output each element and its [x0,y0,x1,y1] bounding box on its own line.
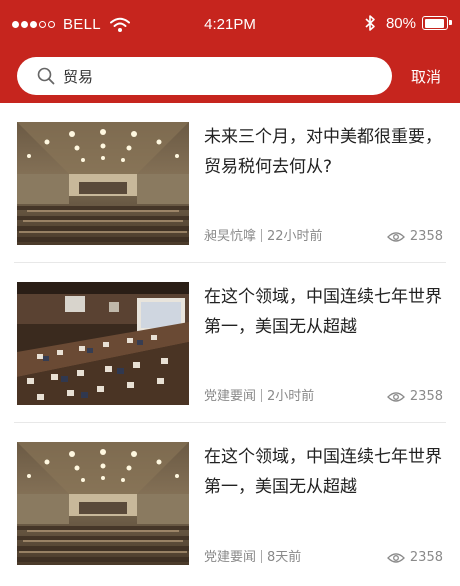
article-time: 2小时前 [267,389,315,404]
article-item[interactable]: 在这个领域，中国连续七年世界第一，美国无从超越 党建要闻 8天前 2358 [14,423,446,583]
battery-icon [422,16,452,30]
article-title[interactable]: 未来三个月，对中美都很重要，贸易税何去何从? [204,122,444,182]
article-source: 党建要闻 [204,550,257,565]
search-bar: 取消 [0,50,460,103]
article-thumbnail[interactable] [17,122,189,245]
meta-divider [261,389,263,402]
un-meeting-photo [17,282,189,405]
search-icon [37,67,55,85]
view-count-value: 2358 [409,389,443,404]
battery-percent: 80% [385,14,416,32]
article-title[interactable]: 在这个领域，中国连续七年世界第一，美国无从超越 [204,282,444,342]
article-list: 未来三个月，对中美都很重要，贸易税何去何从? 昶旲忼嗱 22小时前 2358 在… [0,103,460,583]
view-count: 2358 [386,389,443,404]
article-thumbnail[interactable] [17,282,189,405]
conference-hall-photo [17,442,189,565]
meta-divider [261,550,263,563]
search-box[interactable] [17,57,392,95]
view-count: 2358 [386,550,443,565]
article-meta: 党建要闻 2小时前 [204,385,314,404]
status-right: 80% [364,14,452,32]
view-count: 2358 [386,229,443,244]
eye-icon [386,231,405,242]
status-bar: BELL 4:21PM 80% [0,0,460,50]
article-time: 22小时前 [267,229,323,244]
article-source: 党建要闻 [204,389,257,404]
conference-hall-photo [17,122,189,245]
article-meta: 党建要闻 8天前 [204,546,301,565]
article-title[interactable]: 在这个领域，中国连续七年世界第一，美国无从超越 [204,442,444,502]
search-input[interactable] [63,67,343,85]
article-meta: 昶旲忼嗱 22小时前 [204,225,323,244]
article-item[interactable]: 未来三个月，对中美都很重要，贸易税何去何从? 昶旲忼嗱 22小时前 2358 [14,103,446,263]
cancel-button[interactable]: 取消 [411,66,441,87]
article-source: 昶旲忼嗱 [204,229,257,244]
view-count-value: 2358 [409,229,443,244]
eye-icon [386,391,405,402]
article-item[interactable]: 在这个领域，中国连续七年世界第一，美国无从超越 党建要闻 2小时前 2358 [14,263,446,423]
bluetooth-icon [365,15,375,31]
article-time: 8天前 [267,550,302,565]
meta-divider [261,229,263,242]
view-count-value: 2358 [409,550,443,565]
eye-icon [386,552,405,563]
article-thumbnail[interactable] [17,442,189,565]
app-header: BELL 4:21PM 80% 取消 [0,0,460,103]
